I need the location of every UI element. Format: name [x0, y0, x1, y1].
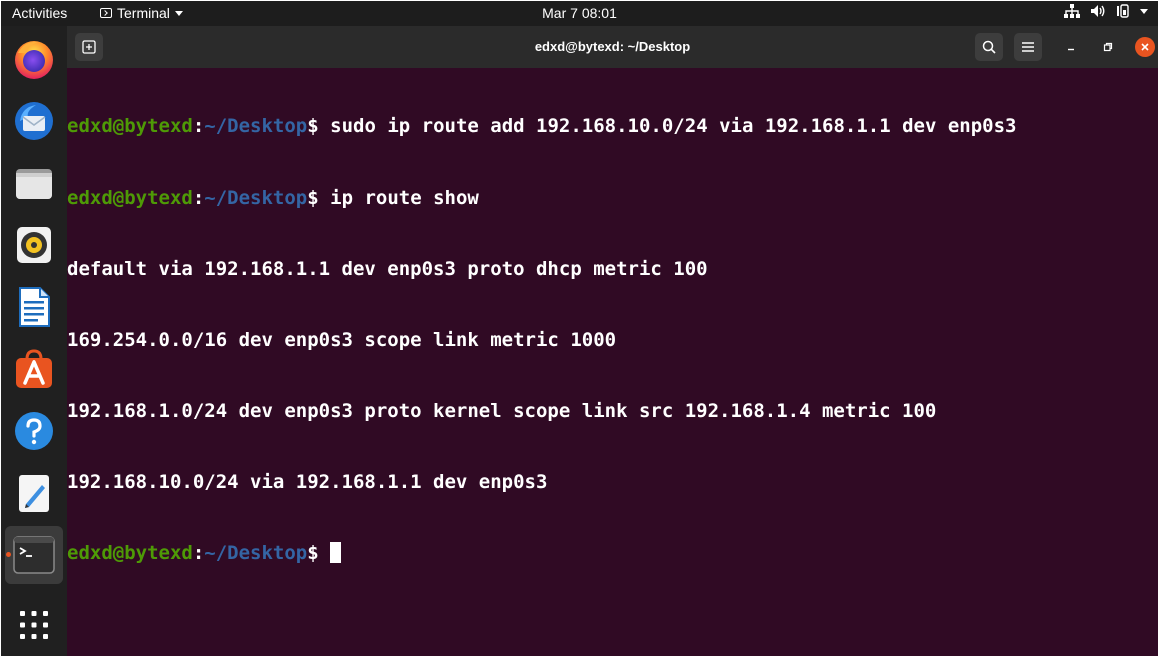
prompt-path: ~/Desktop: [204, 115, 308, 138]
volume-icon: [1091, 5, 1105, 17]
files-icon: [16, 169, 52, 199]
app-menu-label: Terminal: [117, 5, 170, 21]
system-tray[interactable]: [1064, 4, 1148, 18]
network-icon: [1064, 4, 1080, 18]
libreoffice-writer-icon: [19, 287, 50, 327]
maximize-button[interactable]: [1098, 37, 1118, 57]
dock-item-firefox[interactable]: [9, 34, 59, 84]
dock-item-text-editor[interactable]: [9, 468, 59, 518]
prompt-user-host: edxd@bytexd: [67, 186, 193, 209]
command-text: sudo ip route add 192.168.10.0/24 via 19…: [330, 115, 1017, 138]
terminal-output[interactable]: edxd@bytexd:~/Desktop$ sudo ip route add…: [67, 68, 1158, 656]
text-editor-icon: [19, 475, 49, 512]
prompt-colon: :: [192, 541, 205, 564]
window-headerbar: edxd@bytexd: ~/Desktop: [67, 26, 1158, 68]
new-tab-button[interactable]: [75, 33, 103, 61]
output-line: default via 192.168.1.1 dev enp0s3 proto…: [67, 257, 708, 280]
show-applications-icon: [20, 611, 48, 639]
prompt-suffix: $: [307, 115, 331, 138]
dock-item-software[interactable]: [9, 344, 59, 394]
search-icon: [982, 40, 996, 54]
terminal-small-icon: [100, 8, 112, 18]
prompt-line: edxd@bytexd:~/Desktop$ ip route show: [67, 187, 1158, 211]
app-menu[interactable]: Terminal: [100, 5, 183, 21]
window-title: edxd@bytexd: ~/Desktop: [534, 39, 691, 54]
text-cursor: [330, 541, 342, 563]
desktop-screen: Activities Terminal Mar 7 08:01 edxd@byt…: [1, 1, 1158, 656]
menu-button[interactable]: [1014, 33, 1042, 61]
firefox-icon: [15, 41, 53, 79]
prompt-path: ~/Desktop: [204, 186, 308, 209]
search-button[interactable]: [975, 33, 1003, 61]
restore-icon: [1103, 42, 1113, 52]
close-icon: [1141, 43, 1149, 51]
top-bar: Activities Terminal Mar 7 08:01: [1, 1, 1158, 26]
dock-item-writer[interactable]: [9, 282, 59, 332]
terminal-window: edxd@bytexd: ~/Desktop edxd@bytexd:~/Des…: [67, 26, 1158, 656]
output-line: 192.168.10.0/24 via 192.168.1.1 dev enp0…: [67, 470, 548, 493]
prompt-suffix: $: [307, 541, 331, 564]
dock-item-show-apps[interactable]: [9, 600, 59, 650]
ubuntu-software-icon: [16, 349, 52, 388]
dock-item-files[interactable]: [9, 158, 59, 208]
prompt-colon: :: [192, 115, 205, 138]
thunderbird-icon: [15, 102, 53, 140]
output-line: 192.168.1.0/24 dev enp0s3 proto kernel s…: [67, 399, 937, 422]
dock-item-rhythmbox[interactable]: [9, 220, 59, 270]
help-icon: [15, 412, 53, 450]
prompt-suffix: $: [307, 186, 331, 209]
dock-item-thunderbird[interactable]: [9, 96, 59, 146]
rhythmbox-icon: [17, 227, 51, 263]
system-menu-caret-icon: [1140, 8, 1148, 14]
minimize-icon: [1068, 48, 1074, 51]
close-button[interactable]: [1135, 37, 1155, 57]
command-text: ip route show: [330, 186, 479, 209]
prompt-colon: :: [192, 186, 205, 209]
terminal-icon: [13, 536, 55, 574]
prompt-line: edxd@bytexd:~/Desktop$: [67, 541, 1158, 566]
battery-icon: [1117, 4, 1129, 18]
output-line: 169.254.0.0/16 dev enp0s3 scope link met…: [67, 328, 617, 351]
clock[interactable]: Mar 7 08:01: [542, 5, 617, 21]
prompt-path: ~/Desktop: [204, 541, 308, 564]
hamburger-menu-icon: [1022, 42, 1034, 52]
dock-item-terminal[interactable]: [5, 526, 63, 584]
prompt-line: edxd@bytexd:~/Desktop$ sudo ip route add…: [67, 115, 1158, 139]
running-indicator: [6, 552, 11, 557]
activities-button[interactable]: Activities: [12, 5, 67, 21]
new-tab-icon: [82, 40, 96, 54]
caret-down-icon: [174, 10, 183, 16]
prompt-user-host: edxd@bytexd: [67, 541, 193, 564]
prompt-user-host: edxd@bytexd: [67, 115, 193, 138]
dock: [1, 26, 67, 656]
minimize-button[interactable]: [1061, 37, 1081, 57]
dock-item-help[interactable]: [9, 406, 59, 456]
